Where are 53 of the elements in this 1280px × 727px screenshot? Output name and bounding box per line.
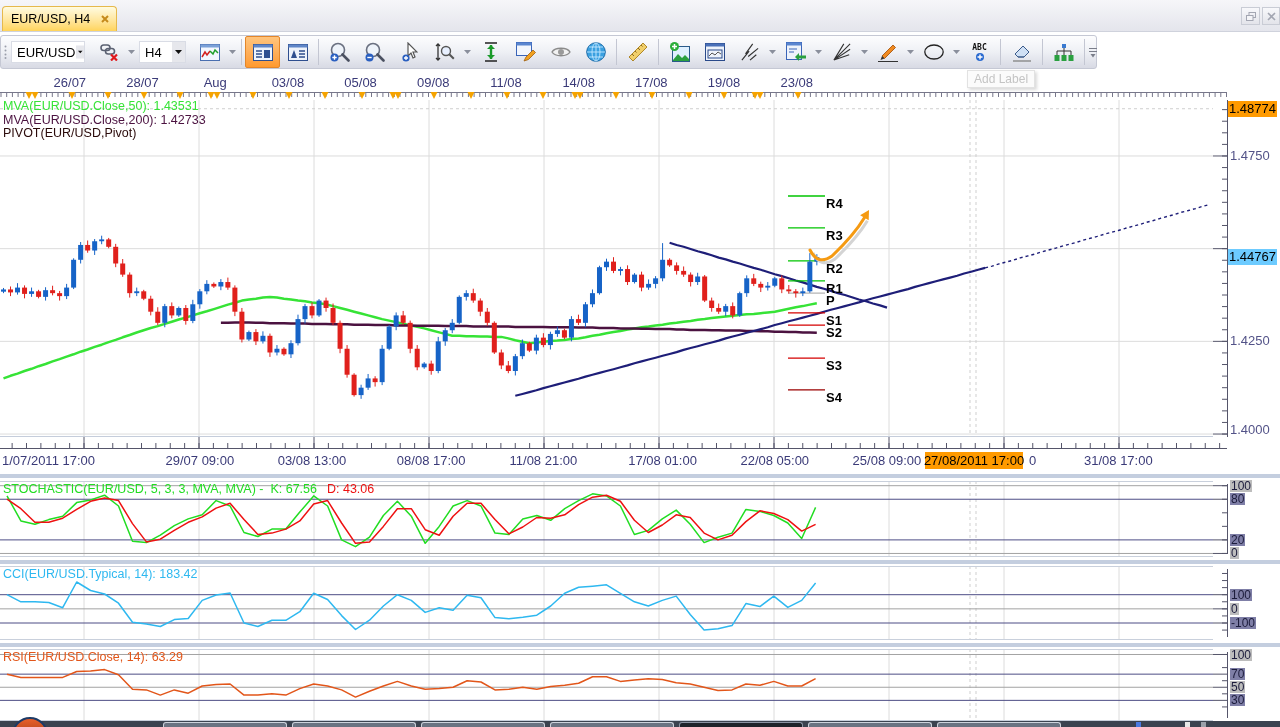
indicator-label: STOCHASTIC(EUR/USD, 5, 3, 3, MVA, MVA) - K: 67.56 — [3, 482, 317, 496]
time-label: 17/08 01:00 — [628, 453, 697, 468]
pivot-label: S4 — [826, 390, 842, 404]
date-label: 14/08 — [562, 75, 595, 90]
date-label: 26/07 — [53, 75, 87, 90]
legend-label: MVA(EUR/USD.Close,50): 1.43531 — [3, 100, 200, 114]
date-label: 28/07 — [126, 75, 159, 90]
axis-label: 0 — [1230, 602, 1239, 615]
axis-label: 30 — [1230, 694, 1246, 707]
axis-label: 0 — [1230, 547, 1239, 560]
current-price-label: 1.44767 — [1228, 249, 1277, 266]
indicator-label: CCI(EUR/USD.Typical, 14): 183.42 — [3, 567, 198, 581]
time-label: 11/08 21:00 — [509, 453, 578, 468]
time-label: 08/08 17:00 — [396, 453, 466, 468]
pivot-label: R1 — [826, 281, 843, 295]
date-label: 19/08 — [707, 75, 741, 90]
time-label: 29/07 09:00 — [165, 453, 235, 468]
pivot-label: S2 — [826, 326, 842, 340]
price-label: 1.4750 — [1230, 148, 1270, 163]
pivot-label: S1 — [826, 313, 842, 327]
pivot-label: R3 — [826, 228, 843, 242]
axis-label: 100 — [1230, 648, 1253, 661]
axis-label: 100 — [1230, 479, 1253, 492]
pivot-label: P — [826, 294, 835, 308]
legend-label: MVA(EUR/USD.Close,200): 1.42733 — [3, 113, 206, 127]
indicator-label: D: 43.06 — [326, 482, 375, 496]
time-label: 31/08 17:00 — [1084, 453, 1153, 468]
time-label: 03/08 13:00 — [277, 453, 347, 468]
date-label: 03/08 — [271, 75, 305, 90]
price-label: 1.4250 — [1230, 334, 1270, 349]
pivot-label: R2 — [826, 261, 843, 275]
axis-label: 50 — [1230, 681, 1246, 694]
pivot-label: S3 — [826, 359, 842, 373]
date-label: 17/08 — [635, 75, 668, 90]
time-label: 1/07/2011 17:00 — [2, 453, 95, 468]
axis-label: 70 — [1230, 668, 1246, 681]
price-label: 1.4000 — [1230, 423, 1270, 437]
axis-label: 100 — [1230, 588, 1253, 601]
axis-label: 20 — [1230, 533, 1246, 546]
date-label: 23/08 — [780, 75, 813, 90]
legend-label: PIVOT(EUR/USD,Pivot) — [3, 127, 137, 141]
date-label: Aug — [203, 75, 227, 90]
time-label: 0 — [1029, 453, 1037, 468]
indicator-label: RSI(EUR/USD.Close, 14): 63.29 — [3, 650, 183, 664]
time-label: 25/08 09:00 — [852, 453, 922, 468]
axis-label: -100 — [1230, 617, 1257, 629]
cursor-price-label: 1.48774 — [1228, 100, 1277, 117]
date-label: 05/08 — [344, 75, 377, 90]
date-label: 09/08 — [417, 75, 450, 90]
axis-label: 80 — [1230, 493, 1246, 506]
date-label: 11/08 — [490, 75, 522, 90]
time-label: 22/08 05:00 — [740, 453, 810, 468]
pivot-label: R4 — [826, 197, 843, 210]
